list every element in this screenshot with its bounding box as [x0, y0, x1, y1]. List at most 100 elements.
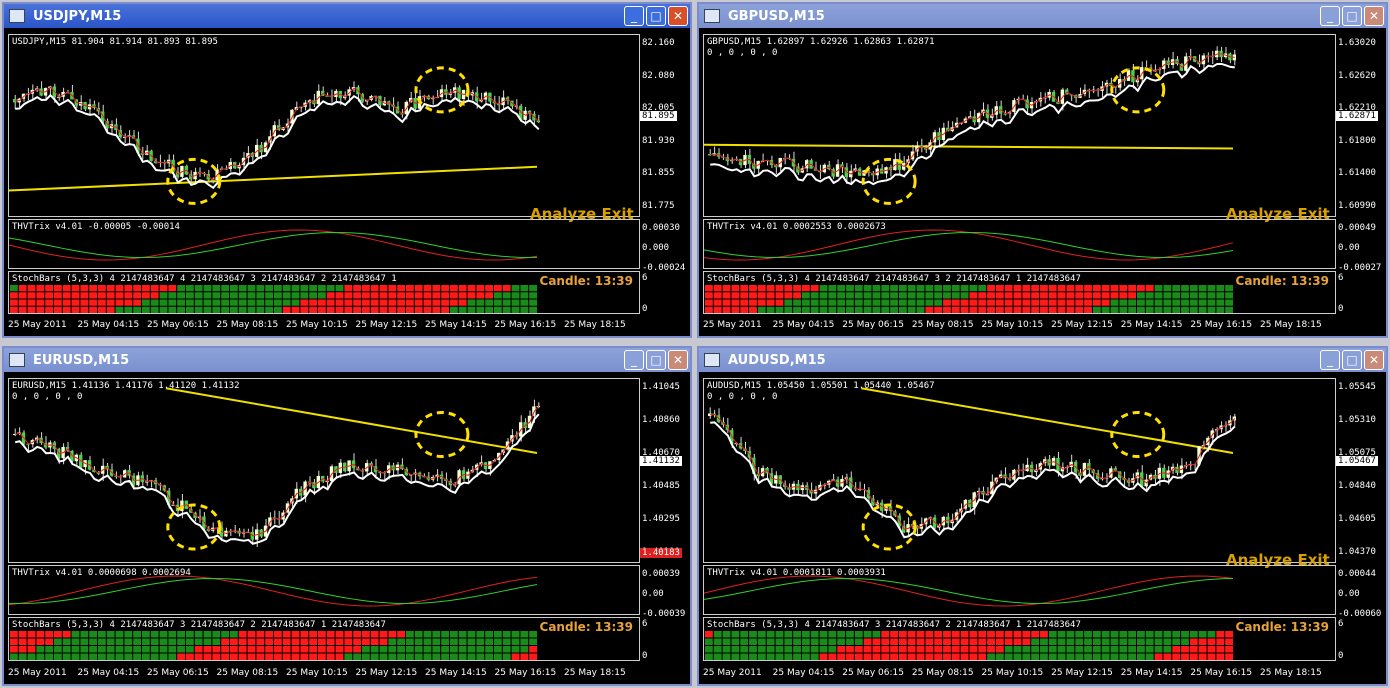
stochbars-cell [960, 285, 969, 292]
maximize-button[interactable]: □ [1342, 6, 1362, 26]
maximize-button[interactable]: □ [1342, 350, 1362, 370]
chart-info-label: GBPUSD,M15 1.62897 1.62926 1.62863 1.628… [707, 37, 935, 47]
stochbars-cell [1004, 646, 1013, 653]
minimize-button[interactable]: _ [1320, 6, 1340, 26]
stochbars-cell [872, 285, 881, 292]
stochbars-cell [282, 631, 291, 638]
minimize-button[interactable]: _ [1320, 350, 1340, 370]
chart-window-usdjpy[interactable]: USDJPY,M15 _ □ ✕ USDJPY,M15 81.904 81.91… [2, 2, 692, 338]
stochbars-cell [1022, 306, 1031, 313]
stochbars-cell [1137, 631, 1145, 638]
close-button[interactable]: ✕ [1364, 6, 1384, 26]
stochbars-cell [757, 292, 766, 299]
stochbars-cell [423, 631, 432, 638]
close-button[interactable]: ✕ [1364, 350, 1384, 370]
trix-label: THVTrix v4.01 0.0001811 0.0003931 [707, 568, 886, 578]
stochbars-cell [705, 292, 713, 299]
stochbars-pane[interactable]: StochBars (5,3,3) 4 2147483647 4 2147483… [8, 271, 640, 314]
price-pane[interactable]: AUDUSD,M15 1.05450 1.05501 1.05440 1.054… [703, 378, 1336, 563]
stochbars-cell [881, 646, 890, 653]
stochbars-cell [1110, 638, 1119, 645]
stochbars-cell [265, 646, 273, 653]
stochbars-cell [775, 638, 784, 645]
trix-pane[interactable]: THVTrix v4.01 0.0000698 0.0002694 [8, 565, 640, 615]
stochbars-cell [485, 285, 493, 292]
time-label: 25 May 06:15 [147, 320, 209, 330]
stochbars-cell [1057, 299, 1066, 306]
stochbars-cell [300, 646, 309, 653]
minimize-button[interactable]: _ [624, 6, 644, 26]
stochbars-cell [177, 292, 185, 299]
stochbars-cell [397, 631, 405, 638]
price-chart-canvas [708, 387, 1236, 551]
chart-window-gbpusd[interactable]: GBPUSD,M15 _ □ ✕ GBPUSD,M15 1.62897 1.62… [697, 2, 1388, 338]
stochbars-cell [221, 299, 229, 306]
close-button[interactable]: ✕ [668, 350, 688, 370]
stochbars-cell [1048, 653, 1057, 660]
stochbars-cell [907, 285, 916, 292]
stochbars-cell [1110, 646, 1119, 653]
stochbars-cell [362, 299, 370, 306]
stochbars-cell [1207, 646, 1216, 653]
stochbars-cell [854, 646, 863, 653]
stochbars-cell [801, 306, 810, 313]
stochbars-cell [995, 292, 1004, 299]
stochbars-cell [995, 638, 1004, 645]
price-pane[interactable]: GBPUSD,M15 1.62897 1.62926 1.62863 1.628… [703, 34, 1336, 217]
stochbars-cell [353, 306, 361, 313]
maximize-button[interactable]: □ [646, 6, 666, 26]
stochbars-cell [934, 653, 943, 660]
window-titlebar[interactable]: EURUSD,M15 _ □ ✕ [4, 348, 690, 372]
stochbars-cell [62, 306, 71, 313]
stochbars-cell [441, 285, 449, 292]
stochbars-cell [1216, 646, 1225, 653]
stochbars-cell [27, 638, 36, 645]
minimize-button[interactable]: _ [624, 350, 644, 370]
close-button[interactable]: ✕ [668, 6, 688, 26]
trix-pane[interactable]: THVTrix v4.01 0.0002553 0.0002673 [703, 219, 1336, 269]
stochbars-cell [1110, 299, 1119, 306]
stochbars-pane[interactable]: StochBars (5,3,3) 4 2147483647 3 2147483… [703, 617, 1336, 661]
stochbars-cell [89, 638, 97, 645]
time-label: 25 May 14:15 [1120, 320, 1183, 330]
stochbars-cell [1145, 299, 1154, 306]
stochbars-cell [10, 292, 18, 299]
window-titlebar[interactable]: AUDUSD,M15 _ □ ✕ [699, 348, 1386, 372]
stochbars-cell [969, 299, 978, 306]
window-title: AUDUSD,M15 [728, 352, 826, 368]
stochbars-cell [1119, 292, 1128, 299]
stochbars-cell [10, 285, 18, 292]
stochbars-cell [89, 306, 97, 313]
chart-window-eurusd[interactable]: EURUSD,M15 _ □ ✕ EURUSD,M15 1.41136 1.41… [2, 346, 692, 686]
stochbars-cell [344, 646, 353, 653]
trix-pane[interactable]: THVTrix v4.01 0.0001811 0.0003931 [703, 565, 1336, 615]
stochbars-cell [943, 292, 951, 299]
stochbars-cell [1137, 306, 1145, 313]
stochbars-cell [168, 299, 177, 306]
stochbars-cell [485, 638, 493, 645]
trix-tick-label: -0.00039 [642, 609, 686, 619]
time-label: 25 May 04:15 [77, 320, 140, 330]
price-tick-label: 1.04840 [1338, 481, 1376, 491]
price-tick-label: 1.61800 [1338, 135, 1376, 146]
stochbars-cell [793, 646, 801, 653]
stochbars-cell [713, 292, 722, 299]
chart-window-audusd[interactable]: AUDUSD,M15 _ □ ✕ AUDUSD,M15 1.05450 1.05… [697, 346, 1388, 686]
window-titlebar[interactable]: GBPUSD,M15 _ □ ✕ [699, 4, 1386, 28]
stochbars-pane[interactable]: StochBars (5,3,3) 4 2147483647 214748364… [703, 271, 1336, 314]
stochbars-cell [62, 285, 71, 292]
stochbars-cell [1075, 292, 1084, 299]
stochbars-cell [485, 653, 493, 660]
stochbars-cell [1040, 299, 1048, 306]
stochbars-cell [1066, 292, 1075, 299]
price-pane[interactable]: USDJPY,M15 81.904 81.914 81.893 81.895 [8, 34, 640, 217]
trix-pane[interactable]: THVTrix v4.01 -0.00005 -0.00014 [8, 219, 640, 269]
stochbars-cell [362, 646, 370, 653]
price-pane[interactable]: EURUSD,M15 1.41136 1.41176 1.41120 1.411… [8, 378, 640, 563]
stochbars-cell [423, 646, 432, 653]
stochbars-pane[interactable]: StochBars (5,3,3) 4 2147483647 3 2147483… [8, 617, 640, 661]
window-title: USDJPY,M15 [33, 8, 122, 24]
price-tick-label: 1.61400 [1338, 168, 1376, 179]
window-titlebar[interactable]: USDJPY,M15 _ □ ✕ [4, 4, 690, 28]
maximize-button[interactable]: □ [646, 350, 666, 370]
